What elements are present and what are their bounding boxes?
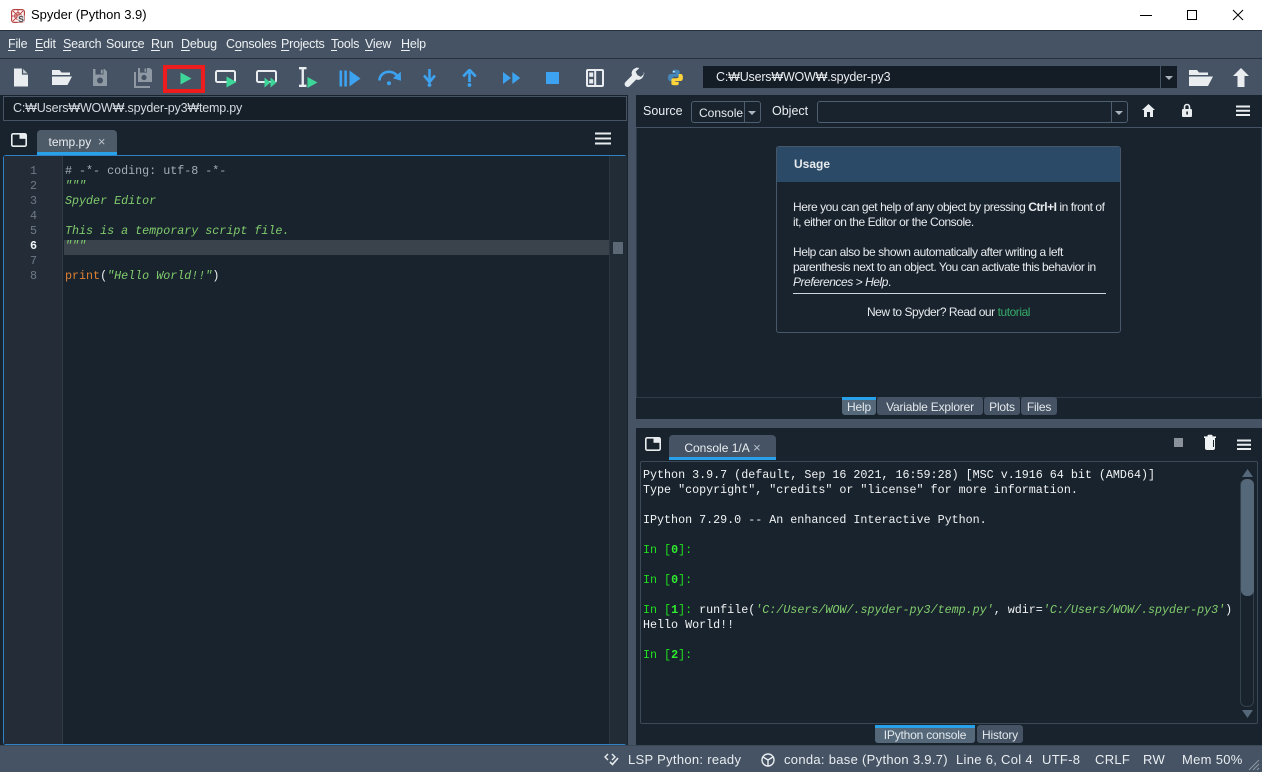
svg-text:S: S	[18, 14, 24, 23]
